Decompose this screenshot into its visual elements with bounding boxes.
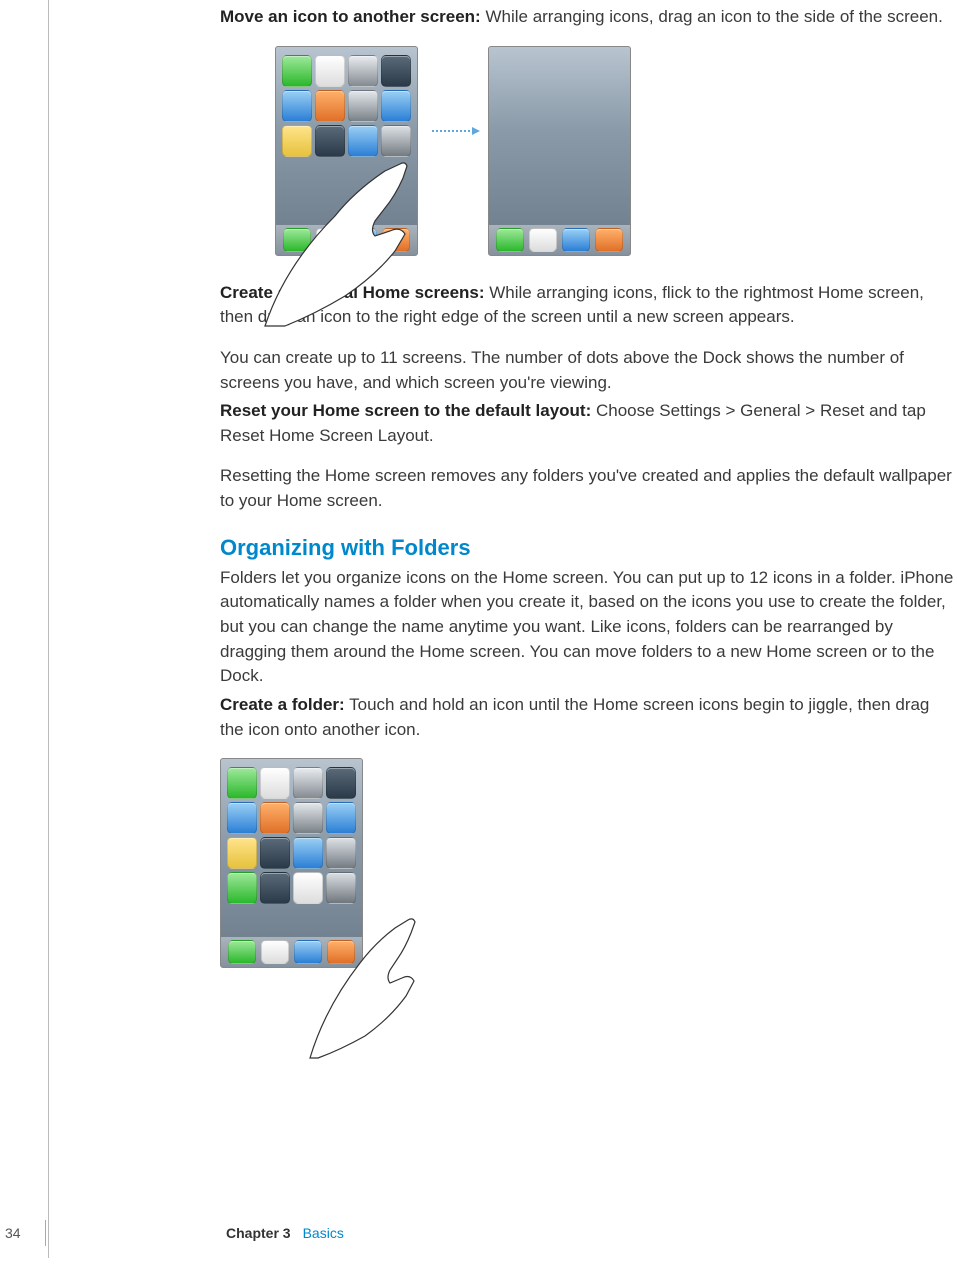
dock bbox=[489, 225, 630, 255]
app-icon bbox=[282, 90, 312, 122]
drag-arrow bbox=[432, 130, 474, 132]
app-icon bbox=[315, 55, 345, 87]
app-icon bbox=[348, 55, 378, 87]
app-icon bbox=[293, 802, 323, 834]
dock bbox=[276, 225, 417, 255]
dock bbox=[221, 937, 362, 967]
app-icon bbox=[315, 125, 345, 157]
illustration-create-folder bbox=[220, 758, 957, 976]
illustration-drag-between-screens bbox=[275, 46, 957, 256]
app-icon bbox=[326, 872, 356, 904]
instruction-bold-label: Create a folder: bbox=[220, 695, 345, 714]
app-icon bbox=[326, 837, 356, 869]
iphone-home-screen-folder bbox=[220, 758, 363, 968]
instruction-text: While arranging icons, drag an icon to t… bbox=[481, 7, 943, 26]
instruction-move-icon: Move an icon to another screen: While ar… bbox=[220, 5, 957, 30]
instruction-create-home-screens: Create additional Home screens: While ar… bbox=[220, 281, 957, 330]
instruction-bold-label: Reset your Home screen to the default la… bbox=[220, 401, 591, 420]
dock-icon bbox=[228, 940, 256, 964]
page-content: Move an icon to another screen: While ar… bbox=[220, 5, 957, 976]
app-icon bbox=[282, 55, 312, 87]
paragraph-folders-intro: Folders let you organize icons on the Ho… bbox=[220, 566, 957, 689]
app-icon bbox=[227, 802, 257, 834]
app-icon bbox=[227, 767, 257, 799]
phone-left-wrapper bbox=[275, 46, 418, 256]
app-icon bbox=[326, 802, 356, 834]
dock-icon bbox=[382, 228, 410, 252]
app-icon bbox=[348, 125, 378, 157]
heading-organizing-folders: Organizing with Folders bbox=[220, 532, 957, 564]
dock-icon bbox=[349, 228, 377, 252]
instruction-reset-home: Reset your Home screen to the default la… bbox=[220, 399, 957, 448]
app-icon bbox=[293, 837, 323, 869]
app-icon bbox=[293, 767, 323, 799]
iphone-home-screen-left bbox=[275, 46, 418, 256]
app-icon bbox=[260, 872, 290, 904]
page-footer: 34 Chapter 3 Basics bbox=[0, 1220, 957, 1246]
app-icon bbox=[326, 767, 356, 799]
app-icon bbox=[348, 90, 378, 122]
app-icon bbox=[282, 125, 312, 157]
dock-icon bbox=[283, 228, 311, 252]
app-icon bbox=[381, 90, 411, 122]
dock-icon bbox=[327, 940, 355, 964]
instruction-bold-label: Move an icon to another screen: bbox=[220, 7, 481, 26]
instruction-bold-label: Create additional Home screens: bbox=[220, 283, 485, 302]
margin-rule bbox=[48, 0, 49, 1258]
app-icon bbox=[315, 90, 345, 122]
page-number: 34 bbox=[0, 1223, 40, 1243]
app-icon bbox=[381, 55, 411, 87]
dock-icon bbox=[496, 228, 524, 252]
dock-icon bbox=[529, 228, 557, 252]
chapter-label: Chapter 3 bbox=[226, 1223, 291, 1243]
paragraph-reset-note: Resetting the Home screen removes any fo… bbox=[220, 464, 957, 513]
app-icon bbox=[293, 872, 323, 904]
dock-icon bbox=[562, 228, 590, 252]
instruction-create-folder: Create a folder: Touch and hold an icon … bbox=[220, 693, 957, 742]
dock-icon bbox=[261, 940, 289, 964]
app-icon bbox=[381, 125, 411, 157]
iphone-home-screen-right bbox=[488, 46, 631, 256]
paragraph-screen-count: You can create up to 11 screens. The num… bbox=[220, 346, 957, 395]
app-icon bbox=[227, 872, 257, 904]
phone-folder-wrapper bbox=[220, 758, 363, 968]
app-icon bbox=[260, 837, 290, 869]
app-icon bbox=[260, 802, 290, 834]
app-icon bbox=[260, 767, 290, 799]
dock-icon bbox=[316, 228, 344, 252]
dock-icon bbox=[595, 228, 623, 252]
app-icon bbox=[227, 837, 257, 869]
dock-icon bbox=[294, 940, 322, 964]
chapter-name: Basics bbox=[303, 1223, 344, 1243]
footer-divider bbox=[45, 1220, 46, 1246]
